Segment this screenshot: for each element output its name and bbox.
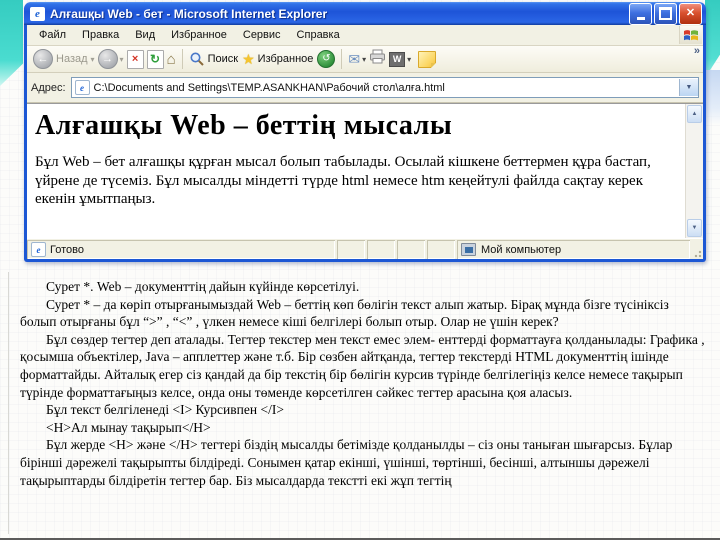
close-icon: ✕ [685,7,696,19]
address-label: Адрес: [31,81,66,94]
favorites-button[interactable]: ★ Избранное [242,52,314,66]
refresh-button[interactable]: ↻ [146,49,164,69]
favorites-label: Избранное [257,53,314,65]
scroll-down-button[interactable]: ▼ [687,219,702,237]
ie-logo-icon: e [30,6,45,21]
menu-help[interactable]: Справка [289,27,348,43]
slide-edge-decoration [705,70,720,125]
close-button[interactable]: ✕ [679,2,702,25]
stop-icon: × [131,52,139,65]
refresh-icon: ↻ [150,52,161,66]
menu-favorites[interactable]: Избранное [163,27,235,43]
slide-corner-decoration-left [0,0,23,86]
browser-viewport: Алғашқы Web – беттің мысалы Бұл Web – бе… [27,103,703,238]
window-title: Алғашқы Web - бет - Microsoft Internet E… [50,6,328,21]
forward-icon: → [97,49,118,69]
caption-buttons: ✕ [629,2,702,25]
back-icon: ← [33,49,53,69]
edit-button[interactable]: W ▾ [389,51,411,67]
status-ready-cell: e Готово [27,240,335,259]
toolbar-separator [341,49,343,69]
status-ready-text: Готово [50,243,84,256]
search-label: Поиск [207,53,239,65]
edit-dropdown-icon[interactable]: ▾ [407,55,411,64]
address-page-icon: e [74,80,90,95]
title-bar[interactable]: e Алғашқы Web - бет - Microsoft Internet… [24,2,706,25]
menu-view[interactable]: Вид [127,27,163,43]
toolbar-overflow-chevron[interactable]: » [694,46,700,57]
back-label: Назад [56,53,88,65]
status-zone-text: Мой компьютер [481,243,562,256]
mail-icon: ✉ [348,51,361,67]
stop-button[interactable]: × [126,49,144,69]
history-button[interactable]: ↺ [317,50,336,68]
favorites-star-icon: ★ [242,51,255,67]
notes-paragraph: Бұл текст белгіленеді <I> Курсивпен </I> [46,402,284,418]
menu-bar: Файл Правка Вид Избранное Сервис Справка [27,25,703,46]
status-bar: e Готово Мой компьютер [27,238,703,259]
ie-window: e Алғашқы Web - бет - Microsoft Internet… [24,2,706,262]
status-zone-cell: Мой компьютер [457,240,690,259]
menu-file[interactable]: Файл [31,27,74,43]
mail-dropdown-icon[interactable]: ▾ [362,55,366,64]
window-frame: Файл Правка Вид Избранное Сервис Справка… [27,25,703,259]
windows-logo-icon [679,26,702,44]
home-button[interactable]: ⌂ [167,52,176,67]
minimize-button[interactable] [629,2,652,25]
notes-paragraph: Бұл жерде <H> және </H> тегтері біздің м… [20,437,673,488]
vertical-scrollbar[interactable]: ▲ ▼ [685,104,703,238]
forward-button[interactable]: → ▾ [97,49,124,69]
page-heading: Алғашқы Web – беттің мысалы [35,110,453,141]
notes-paragraph: <H>Ал мынау тақырып</H> [46,419,211,435]
search-icon [190,52,204,66]
toolbar: ← Назад ▾ → ▾ × ↻ ⌂ Поиск ★ Избранное ↺ … [27,46,703,73]
minimize-icon [636,16,645,20]
history-icon: ↺ [322,53,331,64]
web-page: Алғашқы Web – беттің мысалы Бұл Web – бе… [27,104,686,238]
status-cell-empty [427,240,455,259]
mail-button[interactable]: ✉ ▾ [348,52,366,66]
status-cell-empty [367,240,395,259]
discuss-note-icon[interactable] [418,50,437,68]
notes-paragraph: Сурет * – да көріп отырғанымыздай Web – … [20,296,669,330]
scroll-down-icon: ▼ [691,225,698,231]
notes-paragraph: Бұл сөздер тегтер деп аталады. Тегтер те… [20,331,705,400]
menu-edit[interactable]: Правка [74,27,127,43]
maximize-button[interactable] [654,2,677,25]
slide-notes-text: Сурет *. Web – документтің дайын күйінде… [0,278,720,489]
maximize-icon [659,7,672,20]
notes-paragraph: Сурет *. Web – документтің дайын күйінде… [46,279,360,294]
word-edit-icon: W [389,51,406,67]
status-cell-empty [337,240,365,259]
back-dropdown-icon[interactable]: ▾ [91,55,95,64]
address-bar: Адрес: e C:\Documents and Settings\TEMP.… [27,73,703,103]
page-paragraph: Бұл Web – бет алғашқы құрған мысал болып… [35,154,651,207]
status-cell-empty [397,240,425,259]
chevron-down-icon: ▼ [685,84,693,91]
back-button[interactable]: ← Назад ▾ [33,49,95,69]
scroll-up-button[interactable]: ▲ [687,105,702,123]
address-combo[interactable]: e C:\Documents and Settings\TEMP.ASANKHA… [70,77,699,98]
status-page-icon: e [31,242,46,257]
my-computer-icon [461,243,476,256]
search-button[interactable]: Поиск [189,51,239,67]
menu-tools[interactable]: Сервис [235,27,289,43]
home-icon: ⌂ [166,50,176,68]
scroll-up-icon: ▲ [691,111,698,117]
address-input[interactable]: C:\Documents and Settings\TEMP.ASANKHAN\… [94,82,679,94]
slide-corner-decoration-right [705,0,720,78]
address-dropdown-button[interactable]: ▼ [679,79,698,96]
forward-dropdown-icon[interactable]: ▾ [120,55,124,64]
print-button[interactable] [369,49,386,69]
toolbar-separator [181,49,183,69]
resize-grip[interactable] [692,248,702,258]
print-icon [370,49,386,64]
